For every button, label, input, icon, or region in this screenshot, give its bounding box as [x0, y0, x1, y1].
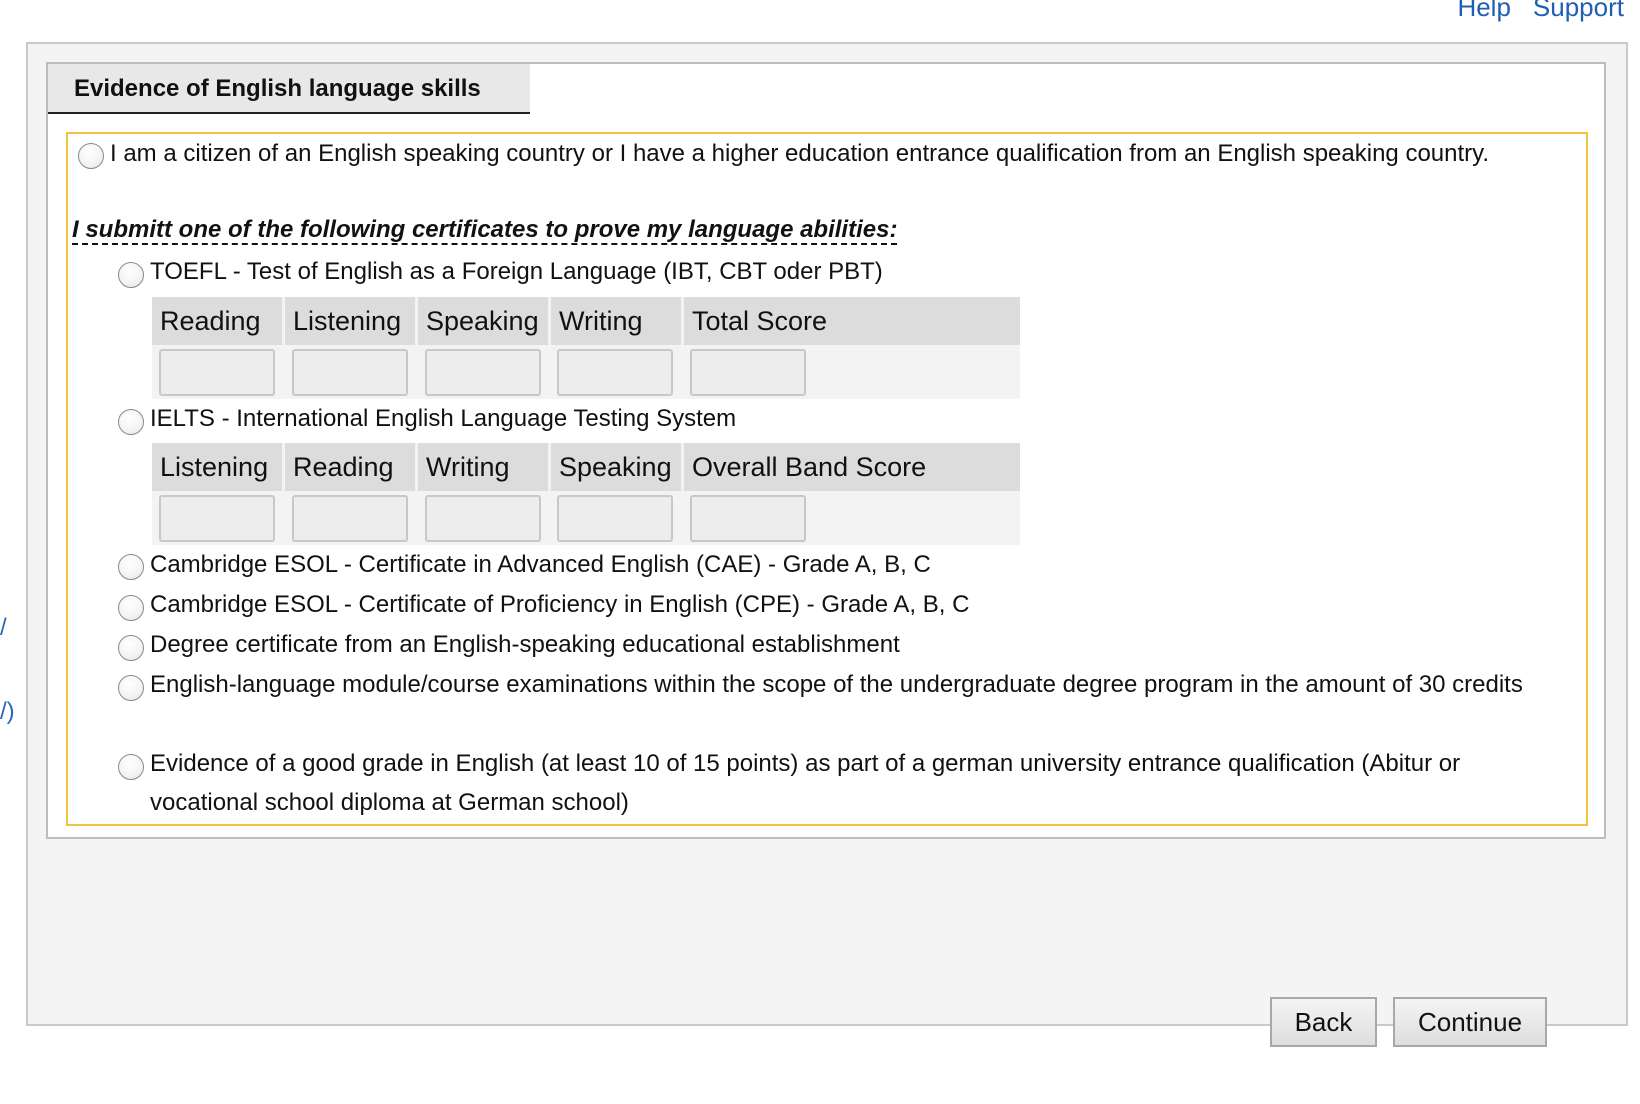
toefl-reading-input[interactable] — [159, 349, 275, 396]
ielts-speaking-input[interactable] — [557, 495, 673, 542]
toefl-col-header: Listening — [285, 297, 418, 345]
left-nav-fragment[interactable]: /) — [0, 698, 15, 726]
ielts-writing-input[interactable] — [425, 495, 541, 542]
grade-radio[interactable] — [118, 754, 144, 780]
top-links: Help Support — [1457, 0, 1624, 23]
ielts-col-header: Writing — [418, 443, 551, 491]
toefl-label: TOEFL - Test of English as a Foreign Lan… — [150, 258, 883, 285]
toefl-speaking-input[interactable] — [425, 349, 541, 396]
ielts-label: IELTS - International English Language T… — [150, 405, 737, 432]
module-radio[interactable] — [118, 675, 144, 701]
toefl-listening-input[interactable] — [292, 349, 408, 396]
cae-radio[interactable] — [118, 554, 144, 580]
language-options-box: I am a citizen of an English speaking co… — [66, 132, 1588, 826]
toefl-col-header: Speaking — [418, 297, 551, 345]
grade-label: Evidence of a good grade in English (at … — [150, 750, 1461, 816]
module-label: English-language module/course examinati… — [150, 671, 1523, 698]
toefl-score-table: Reading Listening Speaking Writing Total… — [152, 297, 1020, 399]
language-skills-section: Evidence of English language skills I am… — [46, 62, 1606, 839]
help-link[interactable]: Help — [1457, 0, 1510, 23]
ielts-listening-input[interactable] — [159, 495, 275, 542]
citizen-radio[interactable] — [78, 143, 104, 169]
toefl-total-input[interactable] — [690, 349, 806, 396]
cpe-radio[interactable] — [118, 595, 144, 621]
form-panel: Evidence of English language skills I am… — [26, 42, 1628, 1026]
ielts-col-header: Speaking — [551, 443, 684, 491]
ielts-overall-input[interactable] — [690, 495, 806, 542]
support-link[interactable]: Support — [1533, 0, 1624, 23]
cpe-label: Cambridge ESOL - Certificate of Proficie… — [150, 591, 970, 618]
ielts-reading-input[interactable] — [292, 495, 408, 542]
degree-radio[interactable] — [118, 635, 144, 661]
toefl-writing-input[interactable] — [557, 349, 673, 396]
section-title: Evidence of English language skills — [48, 64, 530, 114]
ielts-col-header: Reading — [285, 443, 418, 491]
ielts-score-table: Listening Reading Writing Speaking Overa… — [152, 443, 1020, 545]
ielts-radio[interactable] — [118, 409, 144, 435]
left-nav-fragment[interactable]: / — [0, 614, 7, 642]
ielts-col-header: Listening — [152, 443, 285, 491]
toefl-col-header: Total Score — [684, 297, 1020, 345]
continue-button[interactable]: Continue — [1393, 997, 1547, 1047]
ielts-col-header: Overall Band Score — [684, 443, 1020, 491]
cae-label: Cambridge ESOL - Certificate in Advanced… — [150, 551, 931, 578]
citizen-label: I am a citizen of an English speaking co… — [110, 140, 1490, 167]
degree-label: Degree certificate from an English-speak… — [150, 631, 900, 658]
back-button[interactable]: Back — [1270, 997, 1377, 1047]
certificates-heading: I submitt one of the following certifica… — [72, 216, 898, 243]
toefl-radio[interactable] — [118, 262, 144, 288]
toefl-col-header: Writing — [551, 297, 684, 345]
toefl-col-header: Reading — [152, 297, 285, 345]
